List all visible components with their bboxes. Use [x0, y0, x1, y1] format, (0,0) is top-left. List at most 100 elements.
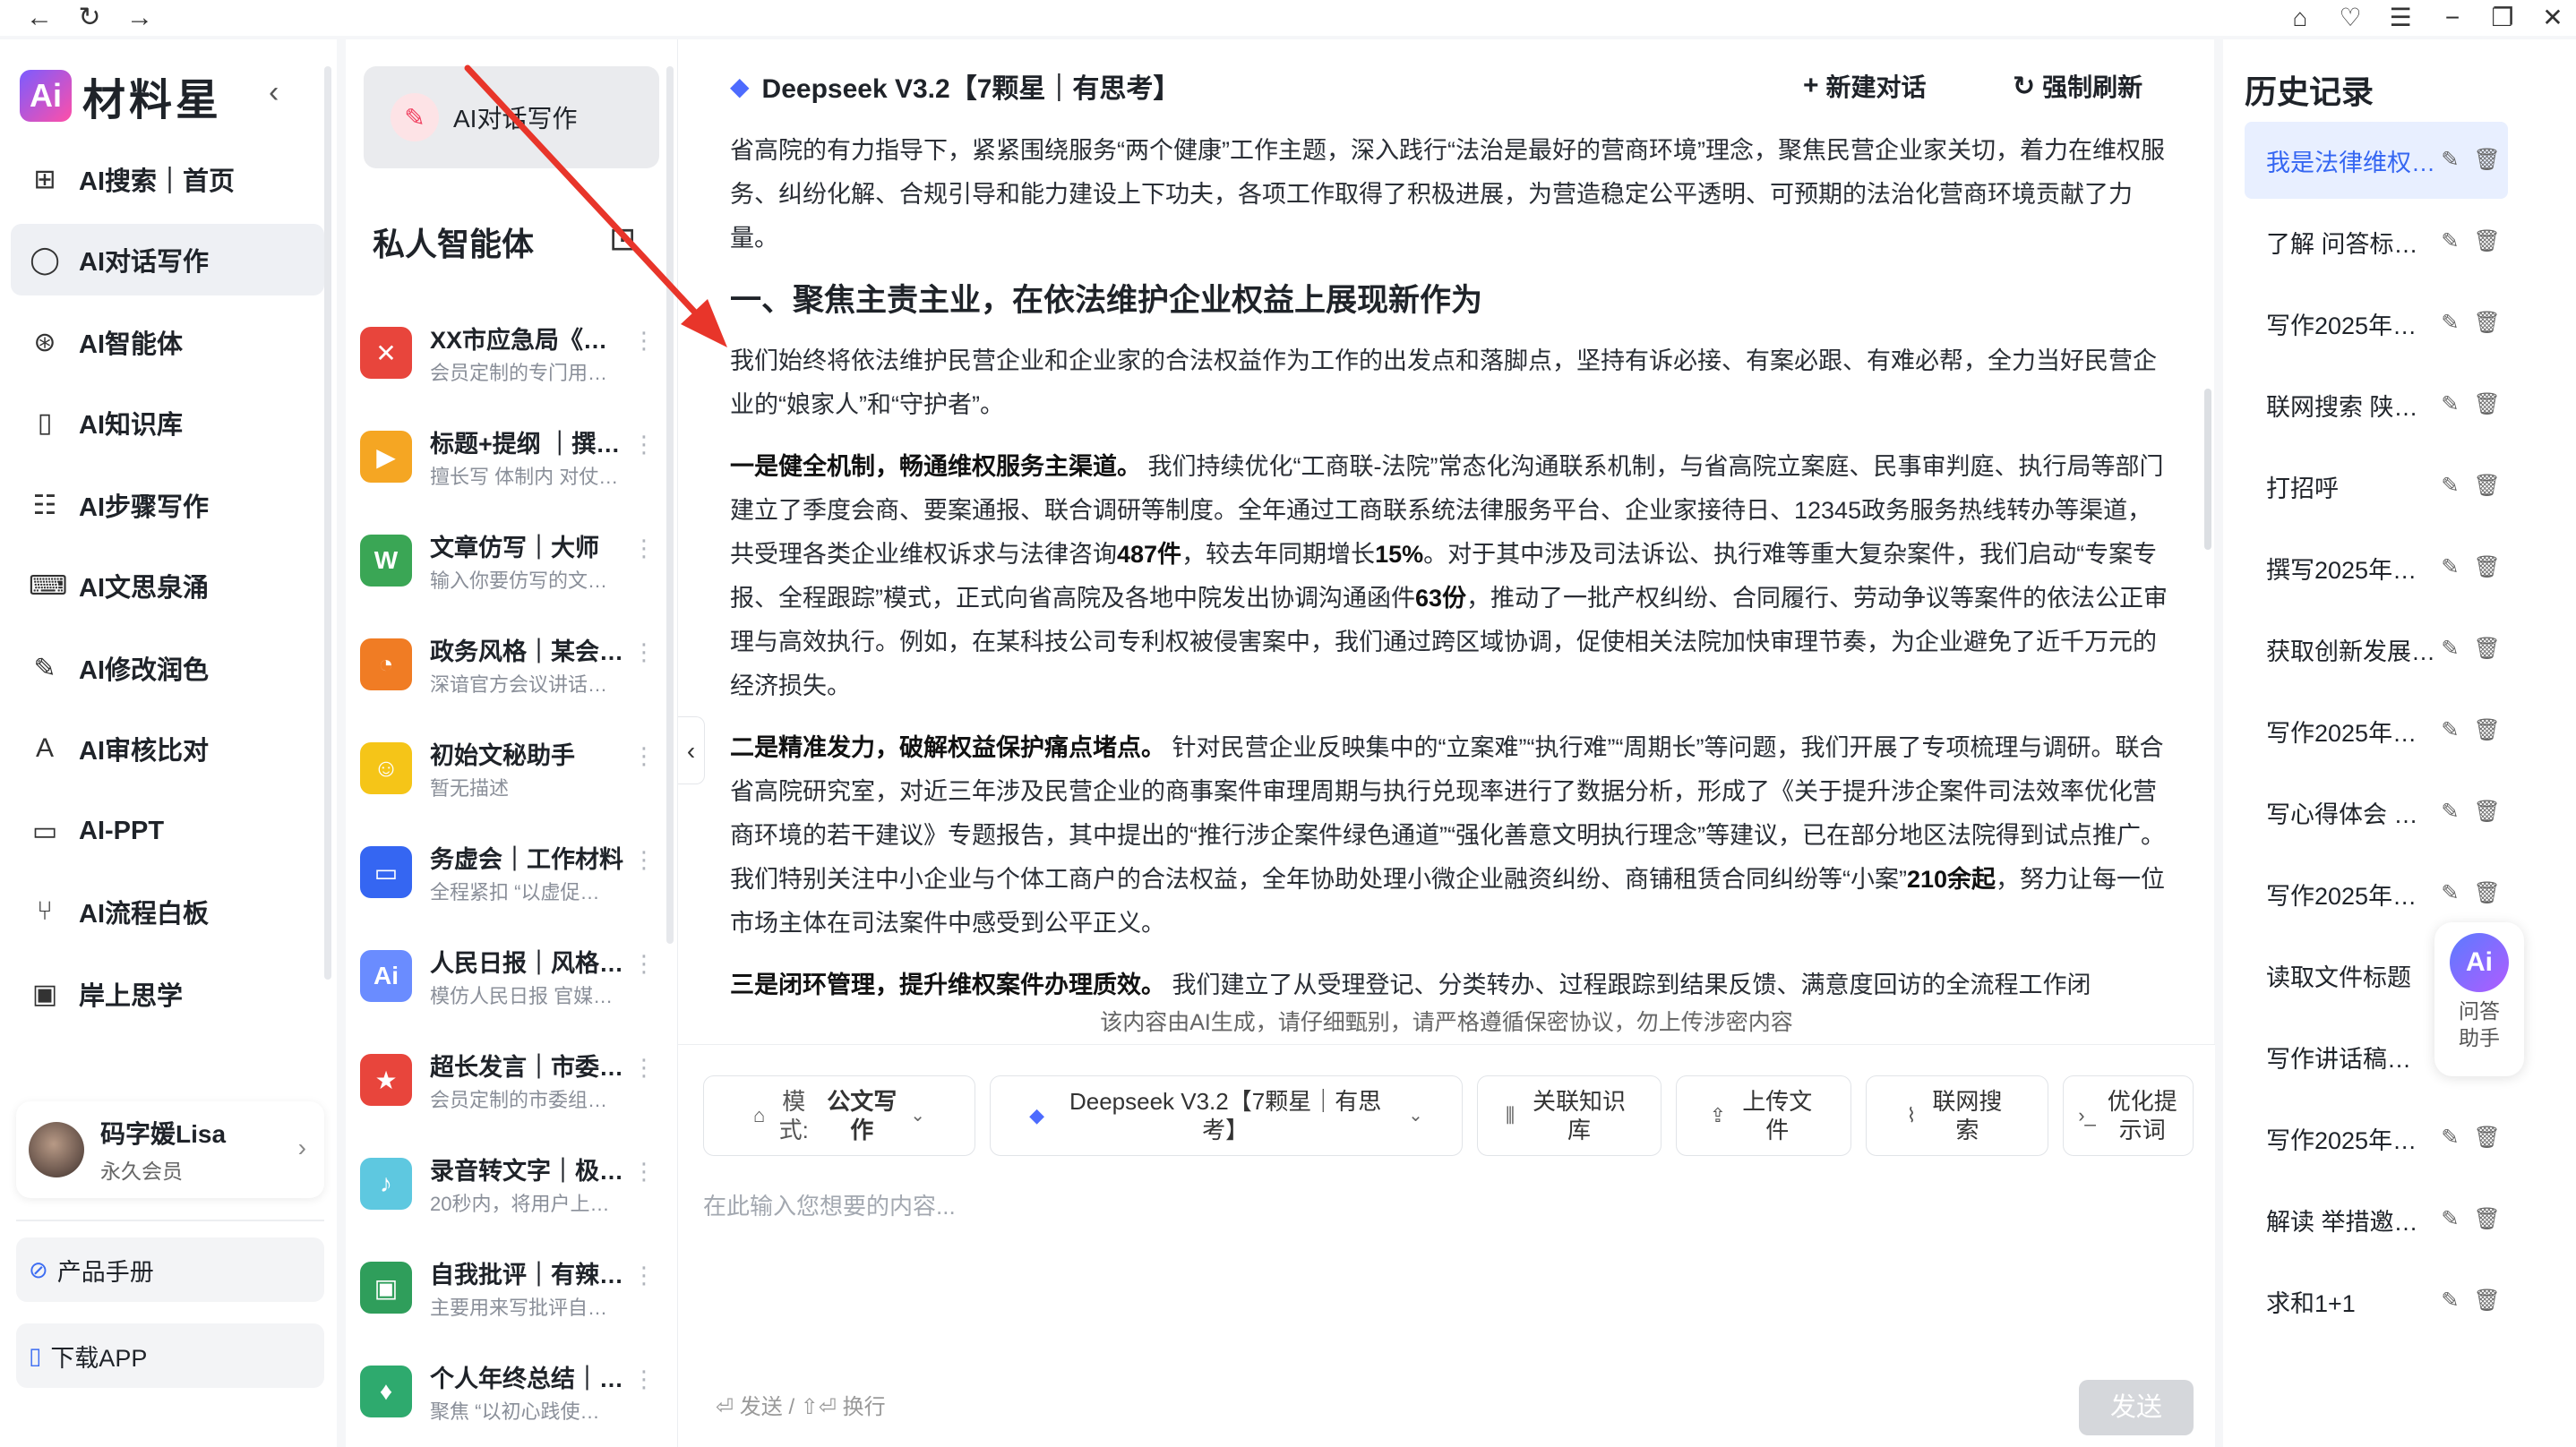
nav-scrollbar[interactable]: [324, 66, 331, 980]
agent-item[interactable]: ◔ 政务风格｜某会… 深谙官方会议讲话… ⋮: [360, 620, 656, 709]
upload-file-button[interactable]: ⇪ 上传文件: [1676, 1075, 1851, 1156]
agent-item[interactable]: ▣ 自我批评｜有辣… 主要用来写批评自… ⋮: [360, 1243, 656, 1332]
more-icon[interactable]: ⋮: [632, 1367, 656, 1391]
history-item[interactable]: 写作2025年… ✎ 🗑: [2245, 855, 2508, 932]
nav-anshang[interactable]: ▣ 岸上思学: [11, 958, 324, 1030]
nav-ai-step-writing[interactable]: ☷ AI步骤写作: [11, 469, 324, 541]
heart-icon[interactable]: ♡: [2331, 2, 2370, 34]
agent-item[interactable]: ✕ XX市应急局《专… 会员定制的专门用… ⋮: [360, 308, 656, 398]
back-icon[interactable]: ←: [21, 2, 57, 34]
close-icon[interactable]: ✕: [2533, 2, 2572, 34]
history-item[interactable]: 写作2025年… ✎ 🗑: [2245, 692, 2508, 769]
forward-icon[interactable]: →: [122, 2, 158, 34]
knowledge-base-button[interactable]: ⫼ 关联知识库: [1477, 1075, 1662, 1156]
nav-ai-knowledge[interactable]: ▯ AI知识库: [11, 387, 324, 458]
edit-icon[interactable]: ✎: [2441, 1289, 2459, 1313]
more-icon[interactable]: ⋮: [632, 1160, 656, 1183]
history-item[interactable]: 我是法律维权… ✎ 🗑: [2245, 122, 2508, 199]
agent-item[interactable]: ★ 超长发言｜市委… 会员定制的市委组… ⋮: [360, 1035, 656, 1125]
brand-logo[interactable]: Ai 材料星: [20, 64, 222, 127]
nav-ai-chat-writing[interactable]: ◯ AI对话写作: [11, 224, 324, 295]
history-item[interactable]: 解读 举措邀… ✎ 🗑: [2245, 1181, 2508, 1258]
prompt-input[interactable]: [703, 1161, 2190, 1251]
agent-item[interactable]: ♦ 个人年终总结｜… 聚焦 “以初心践使… ⋮: [360, 1347, 656, 1436]
user-card[interactable]: 码字媛Lisa 永久会员 ›: [16, 1101, 324, 1198]
trash-icon[interactable]: 🗑: [2474, 555, 2501, 579]
history-item[interactable]: 求和1+1 ✎ 🗑: [2245, 1263, 2508, 1340]
edit-icon[interactable]: ✎: [2441, 1207, 2459, 1231]
ai-chat-writing-button[interactable]: ✎ AI对话写作: [364, 66, 659, 168]
edit-icon[interactable]: ✎: [2441, 800, 2459, 824]
edit-icon[interactable]: ✎: [2441, 392, 2459, 416]
edit-icon[interactable]: ✎: [2441, 311, 2459, 335]
send-button[interactable]: 发送: [2079, 1380, 2194, 1435]
qa-helper-button[interactable]: Ai 问答助手: [2434, 922, 2524, 1076]
content-scrollbar[interactable]: [2204, 389, 2211, 550]
edit-icon[interactable]: ✎: [2441, 148, 2459, 172]
nav-ai-inspiration[interactable]: ⌨ AI文思泉涌: [11, 550, 324, 621]
edit-icon[interactable]: ✎: [2441, 718, 2459, 742]
agent-item[interactable]: Ai 人民日报｜风格… 模仿人民日报 官媒… ⋮: [360, 931, 656, 1021]
more-icon[interactable]: ⋮: [632, 329, 656, 352]
trash-icon[interactable]: 🗑: [2474, 800, 2501, 824]
mode-selector[interactable]: ⌂ 模式: 公文写作 ⌄: [703, 1075, 975, 1156]
trash-icon[interactable]: 🗑: [2474, 392, 2501, 416]
collapse-nav-icon[interactable]: ‹: [269, 75, 279, 110]
web-search-button[interactable]: ⌇ 联网搜索: [1866, 1075, 2048, 1156]
reload-icon[interactable]: ↻: [72, 2, 107, 34]
nav-ai-search[interactable]: ⊞ AI搜索｜首页: [11, 143, 324, 215]
edit-icon[interactable]: ✎: [2441, 881, 2459, 905]
edit-icon[interactable]: ✎: [2441, 474, 2459, 498]
force-refresh-button[interactable]: ↻ 强制刷新: [2013, 68, 2142, 104]
agent-item[interactable]: ▭ 务虚会｜工作材料 全程紧扣 “以虚促… ⋮: [360, 827, 656, 917]
history-item[interactable]: 写心得体会 … ✎ 🗑: [2245, 774, 2508, 851]
more-icon[interactable]: ⋮: [632, 848, 656, 871]
trash-icon[interactable]: 🗑: [2474, 229, 2501, 253]
trash-icon[interactable]: 🗑: [2474, 718, 2501, 742]
more-icon[interactable]: ⋮: [632, 432, 656, 456]
history-item[interactable]: 撰写2025年… ✎ 🗑: [2245, 529, 2508, 606]
history-item[interactable]: 了解 问答标… ✎ 🗑: [2245, 203, 2508, 280]
nav-ai-agents[interactable]: ⊛ AI智能体: [11, 306, 324, 378]
collapse-agents-icon[interactable]: ‹: [678, 716, 705, 784]
more-icon[interactable]: ⋮: [632, 1263, 656, 1287]
trash-icon[interactable]: 🗑: [2474, 311, 2501, 335]
more-icon[interactable]: ⋮: [632, 744, 656, 767]
nav-ai-polish[interactable]: ✎ AI修改润色: [11, 632, 324, 704]
product-manual-button[interactable]: ⊘ 产品手册: [16, 1237, 324, 1302]
agents-scrollbar[interactable]: [666, 66, 674, 944]
more-icon[interactable]: ⋮: [632, 952, 656, 975]
list-icon[interactable]: ☰: [2381, 2, 2420, 34]
download-app-button[interactable]: ▯ 下载APP: [16, 1323, 324, 1388]
nav-ai-ppt[interactable]: ▭ AI-PPT: [11, 795, 324, 867]
new-chat-button[interactable]: + 新建对话: [1803, 68, 1927, 104]
history-item[interactable]: 联网搜索 陕… ✎ 🗑: [2245, 366, 2508, 443]
trash-icon[interactable]: 🗑: [2474, 881, 2501, 905]
agent-item[interactable]: ☺ 初始文秘助手 暂无描述 ⋮: [360, 724, 656, 813]
trash-icon[interactable]: 🗑: [2474, 637, 2501, 661]
trash-icon[interactable]: 🗑: [2474, 148, 2501, 172]
more-icon[interactable]: ⋮: [632, 640, 656, 664]
nav-ai-flow-board[interactable]: ⑂ AI流程白板: [11, 876, 324, 947]
edit-icon[interactable]: ✎: [2441, 555, 2459, 579]
more-icon[interactable]: ⋮: [632, 1056, 656, 1079]
trash-icon[interactable]: 🗑: [2474, 474, 2501, 498]
edit-icon[interactable]: ✎: [2441, 229, 2459, 253]
agent-item[interactable]: W 文章仿写｜大师 输入你要仿写的文… ⋮: [360, 516, 656, 605]
add-agent-icon[interactable]: ⊡: [609, 220, 636, 258]
optimize-prompt-button[interactable]: ›_ 优化提示词: [2063, 1075, 2194, 1156]
agent-item[interactable]: ▶ 标题+提纲 ｜撰… 擅长写 体制内 对仗… ⋮: [360, 412, 656, 501]
more-icon[interactable]: ⋮: [632, 536, 656, 560]
home-icon[interactable]: ⌂: [2280, 2, 2320, 34]
edit-icon[interactable]: ✎: [2441, 637, 2459, 661]
model-selector[interactable]: ◆ Deepseek V3.2【7颗星｜有思考】 ⌄: [990, 1075, 1463, 1156]
minimize-icon[interactable]: −: [2433, 2, 2472, 34]
trash-icon[interactable]: 🗑: [2474, 1126, 2501, 1150]
nav-ai-review[interactable]: A AI审核比对: [11, 713, 324, 784]
edit-icon[interactable]: ✎: [2441, 1126, 2459, 1150]
history-item[interactable]: 获取创新发展… ✎ 🗑: [2245, 611, 2508, 688]
history-item[interactable]: 打招呼 ✎ 🗑: [2245, 448, 2508, 525]
agent-item[interactable]: ♪ 录音转文字｜极… 20秒内，将用户上… ⋮: [360, 1139, 656, 1229]
history-item[interactable]: 写作2025年… ✎ 🗑: [2245, 285, 2508, 362]
model-title[interactable]: ◆ Deepseek V3.2【7颗星｜有思考】: [730, 66, 1180, 106]
